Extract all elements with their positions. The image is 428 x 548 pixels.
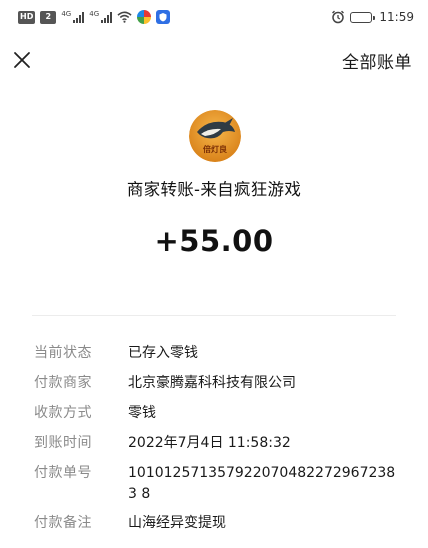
- detail-value: 北京豪腾嘉科科技有限公司: [128, 375, 296, 391]
- status-bar: HD 2 4G 4G 11:59: [0, 0, 428, 34]
- avatar-text: 倍灯良: [203, 145, 227, 154]
- transaction-title: 商家转账-来自疯狂游戏: [126, 180, 302, 199]
- hd-icon: HD: [18, 10, 36, 24]
- status-bar-right: 11:59: [331, 10, 414, 24]
- detail-value: 零钱: [128, 405, 156, 421]
- signal-icon: 4G: [89, 10, 113, 23]
- bill-detail-page: HD 2 4G 4G 11:59 全部账单 倍灯良 商家转账-来自疯狂游戏 +5…: [0, 0, 428, 548]
- detail-label: 当前状态: [34, 345, 92, 361]
- detail-label: 付款单号: [34, 465, 92, 481]
- detail-label: 付款备注: [34, 515, 92, 531]
- transaction-amount: +55.00: [154, 224, 274, 258]
- detail-label: 到账时间: [34, 435, 92, 451]
- app-icon: [137, 10, 152, 24]
- detail-value: 山海经异变提现: [128, 515, 226, 531]
- merchant-avatar: 倍灯良: [189, 110, 241, 162]
- signal-icon: 4G: [61, 10, 85, 23]
- signal-label: 4G: [89, 10, 100, 18]
- close-icon: [14, 52, 30, 68]
- detail-value: 2022年7月4日 11:58:32: [128, 435, 291, 451]
- nav-bar: 全部账单: [0, 40, 428, 80]
- detail-value: 已存入零钱: [128, 345, 198, 361]
- status-time: 11:59: [379, 10, 414, 24]
- signal-label: 4G: [61, 10, 72, 18]
- alarm-icon: [332, 10, 345, 24]
- all-bills-link[interactable]: 全部账单: [342, 48, 412, 73]
- detail-value[interactable]: 1010125713579220704822729672383 8: [128, 463, 400, 505]
- status-bar-left: HD 2 4G 4G: [18, 10, 171, 24]
- detail-label: 付款商家: [34, 375, 92, 391]
- divider: [32, 315, 396, 316]
- battery-icon: [350, 11, 376, 23]
- app-icon: [156, 10, 171, 24]
- detail-label: 收款方式: [34, 405, 92, 421]
- wifi-icon: [117, 11, 132, 23]
- close-button[interactable]: [10, 48, 34, 72]
- sim-icon: 2: [40, 10, 57, 24]
